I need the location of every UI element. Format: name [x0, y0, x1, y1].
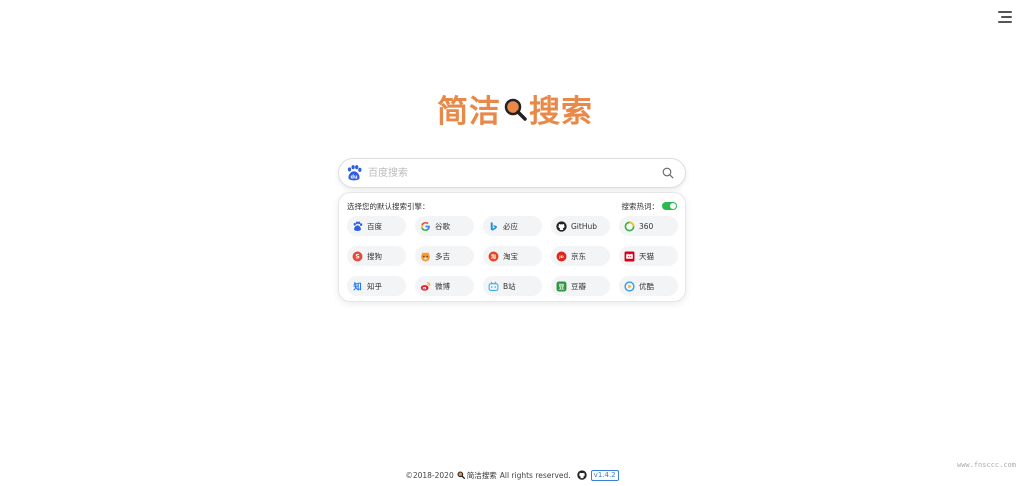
github-icon[interactable]	[576, 470, 587, 480]
engine-label: 360	[639, 221, 654, 231]
footer-brand: 简洁搜索	[466, 470, 497, 480]
engine-item-youku[interactable]: 优酷	[619, 276, 678, 296]
engine-item-360[interactable]: 360	[619, 216, 678, 236]
zhihu-icon: 知	[352, 281, 363, 292]
engine-item-zhihu[interactable]: 知知乎	[347, 276, 406, 296]
svg-text:豆: 豆	[558, 282, 564, 290]
magnifier-logo-icon	[503, 94, 527, 122]
logo-text-right: 搜索	[529, 93, 593, 130]
svg-text:知: 知	[352, 281, 361, 291]
engine-label: 淘宝	[503, 251, 518, 261]
github-icon	[556, 220, 567, 232]
dogedoge-icon	[420, 251, 431, 262]
engine-label: 百度	[367, 221, 382, 231]
baidu-icon[interactable]: du	[344, 163, 364, 183]
menu-icon[interactable]	[996, 10, 1012, 24]
baidu-icon	[352, 221, 363, 232]
hot-words-toggle[interactable]	[662, 202, 677, 210]
engine-panel-title: 选择您的默认搜索引擎：	[347, 201, 430, 211]
engine-grid: 百度 谷歌 必应 GitHub 360 S 搜狗 多吉 淘淘宝 JD 京东 天猫知知乎 微博 B站 豆豆瓣 优…	[347, 216, 678, 296]
search-bar: du	[338, 158, 686, 188]
engine-label: 搜狗	[367, 251, 382, 261]
site-logo: 简洁 搜索	[437, 88, 593, 130]
engine-item-github[interactable]: GitHub	[551, 216, 610, 236]
hot-words-setting: 搜索热词：	[621, 201, 677, 212]
engine-label: 微博	[435, 281, 450, 291]
svg-text:S: S	[355, 253, 359, 260]
engine-item-bilibili[interactable]: B站	[483, 276, 542, 296]
engine-panel: 选择您的默认搜索引擎： 搜索热词： 百度 谷歌 必应 GitHub 360 S 搜狗 多吉 淘淘…	[338, 192, 686, 302]
footer: ©2018-2020 简洁搜索 All rights reserved. v1.…	[0, 469, 1024, 481]
engine-label: 多吉	[435, 251, 450, 261]
svg-text:du: du	[350, 174, 358, 180]
engine-label: B站	[503, 281, 516, 291]
youku-icon	[624, 280, 635, 292]
logo-text-left: 简洁	[437, 93, 501, 130]
bing-icon	[488, 221, 499, 232]
bilibili-icon	[488, 281, 499, 292]
engine-label: 谷歌	[435, 221, 450, 231]
sogou-icon: S	[352, 251, 363, 262]
engine-item-weibo[interactable]: 微博	[415, 276, 474, 296]
douban-icon: 豆	[556, 281, 567, 292]
version-badge[interactable]: v1.4.2	[590, 469, 619, 481]
search-icon[interactable]	[658, 163, 678, 183]
footer-logo-icon	[457, 471, 465, 479]
hot-words-label: 搜索热词：	[621, 201, 660, 211]
svg-text:淘: 淘	[491, 253, 496, 260]
engine-panel-header: 选择您的默认搜索引擎： 搜索热词：	[347, 200, 677, 212]
weibo-icon	[420, 281, 431, 292]
page: 简洁 搜索 du 百度搜索 选择您的默认搜索引擎： 搜索热词： 百度 谷歌 必应…	[0, 0, 1024, 486]
engine-label: 优酷	[639, 281, 654, 291]
engine-label: 必应	[503, 221, 518, 231]
engine-label: 豆瓣	[571, 281, 586, 291]
engine-item-douban[interactable]: 豆豆瓣	[551, 276, 610, 296]
rights-text: All rights reserved.	[499, 470, 571, 480]
tmall-icon	[624, 251, 635, 262]
taobao-icon: 淘	[488, 251, 499, 262]
engine-item-baidu[interactable]: 百度	[347, 216, 406, 236]
engine-item-dogedoge[interactable]: 多吉	[415, 246, 474, 266]
engine-label: 知乎	[367, 281, 382, 291]
engine-item-bing[interactable]: 必应	[483, 216, 542, 236]
google-icon	[420, 221, 431, 232]
360-icon	[624, 221, 635, 232]
engine-item-jd[interactable]: JD 京东	[551, 246, 610, 266]
engine-item-google[interactable]: 谷歌	[415, 216, 474, 236]
engine-item-taobao[interactable]: 淘淘宝	[483, 246, 542, 266]
jd-icon: JD	[556, 251, 567, 262]
svg-text:JD: JD	[558, 254, 564, 259]
engine-label: 京东	[571, 251, 586, 261]
watermark: www.fnsccc.com	[956, 461, 1016, 469]
engine-label: 天猫	[639, 251, 654, 261]
search-input[interactable]	[364, 160, 658, 186]
engine-item-sogou[interactable]: S 搜狗	[347, 246, 406, 266]
engine-item-tmall[interactable]: 天猫	[619, 246, 678, 266]
copyright-text: ©2018-2020	[405, 470, 454, 480]
engine-label: GitHub	[571, 221, 597, 231]
